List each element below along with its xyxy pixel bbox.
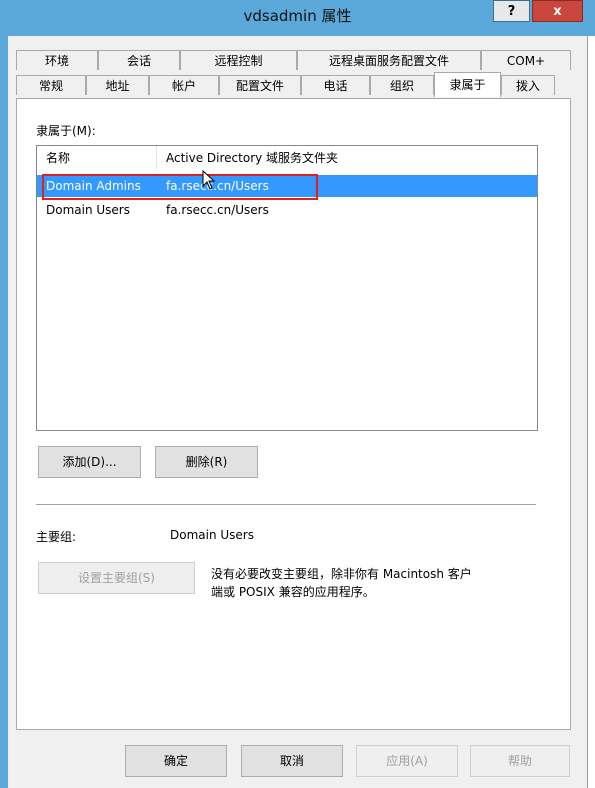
tab-account[interactable]: 帐户 [149,75,219,95]
tab-remote-control[interactable]: 远程控制 [180,50,297,70]
row-folder: fa.rsecc.cn/Users [166,203,269,217]
close-button[interactable]: x [532,0,583,22]
divider [36,504,536,505]
tab-rds-profile[interactable]: 远程桌面服务配置文件 [297,50,481,70]
tab-general[interactable]: 常规 [16,75,86,95]
remove-button[interactable]: 删除(R) [155,446,258,478]
tab-member-of[interactable]: 隶属于 [434,72,501,97]
apply-button[interactable]: 应用(A) [356,745,458,777]
primary-group-label: 主要组: [36,530,77,544]
highlight-box [42,174,318,200]
tab-com-plus[interactable]: COM+ [481,50,571,70]
primary-group-note-line2: 端或 POSIX 兼容的应用程序。 [211,585,375,599]
primary-group-note-line1: 没有必要改变主要组，除非你有 Macintosh 客户 [211,567,472,581]
help-title-button[interactable]: ? [493,0,530,22]
tab-environment[interactable]: 环境 [16,50,98,70]
table-row-domain-users[interactable]: Domain Users fa.rsecc.cn/Users [37,199,537,221]
add-button[interactable]: 添加(D)... [38,446,141,478]
set-primary-group-button[interactable]: 设置主要组(S) [38,562,195,594]
tab-sessions[interactable]: 会话 [98,50,180,70]
tab-dial-in[interactable]: 拨入 [501,75,555,95]
primary-group-value: Domain Users [170,528,254,542]
help-button[interactable]: 帮助 [470,745,570,777]
column-header-folder[interactable]: Active Directory 域服务文件夹 [157,146,537,170]
member-of-label: 隶属于(M): [36,124,96,138]
background-window-edge [587,36,595,788]
tab-address[interactable]: 地址 [86,75,149,95]
ok-button[interactable]: 确定 [125,745,227,777]
mouse-cursor-icon [202,169,216,193]
cancel-button[interactable]: 取消 [241,745,343,777]
tab-telephones[interactable]: 电话 [301,75,370,95]
tab-organization[interactable]: 组织 [370,75,434,95]
tab-profile[interactable]: 配置文件 [219,75,301,95]
column-header-name[interactable]: 名称 [37,146,157,170]
row-name: Domain Users [46,203,130,217]
